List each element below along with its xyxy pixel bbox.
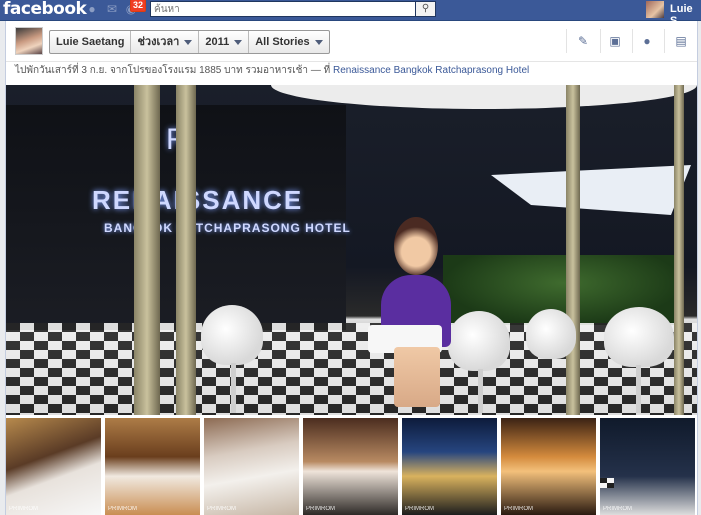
chair-stem [231, 363, 236, 413]
watermark: PRIMROM [108, 506, 137, 512]
year-label: 2011 [205, 36, 230, 48]
search-icon[interactable]: ⚲ [416, 1, 436, 17]
messages-icon[interactable]: ✉ [105, 3, 119, 16]
life-event-icon[interactable]: ▤ [674, 34, 688, 48]
search-input[interactable]: ค้นหา [150, 1, 416, 17]
pillar [134, 85, 160, 415]
bar-chair [201, 305, 263, 365]
thumbnail-photo[interactable]: PRIMROM [600, 418, 695, 515]
photo-icon[interactable]: ▣ [608, 34, 622, 48]
divider [566, 29, 567, 53]
watermark: PRIMROM [504, 506, 533, 512]
photo-caption: ไปพักวันเสาร์ที่ 3 ก.ย. จากโปรของโรงแรม … [15, 63, 529, 78]
canopy [491, 165, 691, 215]
profile-picture[interactable] [15, 27, 43, 55]
pillar [176, 85, 196, 415]
thumbnail-photo[interactable]: PRIMROM [204, 418, 299, 515]
divider [664, 29, 665, 53]
period-dropdown[interactable]: ช่วงเวลา [131, 31, 200, 53]
thumbnail-photo[interactable]: PRIMROM [402, 418, 497, 515]
pillar [566, 85, 580, 415]
notification-badge: 32 [130, 0, 147, 12]
divider [600, 29, 601, 53]
chair-stem [636, 365, 641, 413]
chair-stem [478, 369, 483, 413]
photo-panel: Luie Saetang ช่วงเวลา 2011 All Stories ✎… [5, 21, 698, 515]
divider [632, 29, 633, 53]
pillar [674, 85, 684, 415]
watermark: PRIMROM [306, 506, 335, 512]
thumbnail-photo[interactable]: PRIMROM [501, 418, 596, 515]
thumbnail-photo[interactable]: PRIMROM [6, 418, 101, 515]
chevron-down-icon [184, 39, 193, 45]
year-dropdown[interactable]: 2011 [199, 31, 250, 53]
bar-chair [448, 311, 510, 371]
timeline-header: Luie Saetang ช่วงเวลา 2011 All Stories ✎… [6, 21, 697, 62]
profile-name-button[interactable]: Luie Saetang [50, 31, 132, 53]
bar-chair [526, 309, 576, 359]
watermark: PRIMROM [405, 506, 434, 512]
thumbnail-photo[interactable]: PRIMROM [105, 418, 200, 515]
checkered-floor [6, 323, 697, 415]
stories-filter-dropdown[interactable]: All Stories [249, 31, 328, 53]
friend-requests-icon[interactable]: ● [85, 3, 99, 16]
chevron-down-icon [314, 39, 323, 45]
status-icon[interactable]: ✎ [576, 34, 590, 48]
bar-chair [604, 307, 674, 367]
avatar[interactable] [646, 1, 664, 18]
facebook-logo[interactable]: facebook [3, 0, 87, 19]
place-link[interactable]: Renaissance Bangkok Ratchaprasong Hotel [333, 65, 529, 76]
timeline-nav: Luie Saetang ช่วงเวลา 2011 All Stories [49, 30, 330, 54]
watermark: PRIMROM [603, 506, 632, 512]
period-label: ช่วงเวลา [137, 36, 180, 48]
thumbnail-photo[interactable]: PRIMROM [303, 418, 398, 515]
stories-filter-label: All Stories [255, 36, 310, 48]
watermark: PRIMROM [9, 506, 38, 512]
hotel-sign: RENAISSANCE [92, 185, 304, 215]
thumbnail-strip: PRIMROM PRIMROM PRIMROM PRIMROM PRIMROM … [6, 418, 697, 515]
main-photo[interactable]: R RENAISSANCE BANGKOK RATCHAPRASONG HOTE… [6, 85, 697, 415]
place-pin-icon[interactable]: ● [640, 34, 654, 48]
person-head [394, 217, 438, 275]
person-legs [394, 347, 440, 407]
watermark: PRIMROM [207, 506, 236, 512]
top-bar: facebook ● ✉ ◉ 32 ค้นหา ⚲ Luie S [0, 0, 701, 27]
caption-text: ไปพักวันเสาร์ที่ 3 ก.ย. จากโปรของโรงแรม … [15, 65, 309, 76]
place-prefix: — ที่ [310, 65, 331, 76]
chevron-down-icon [234, 39, 243, 45]
